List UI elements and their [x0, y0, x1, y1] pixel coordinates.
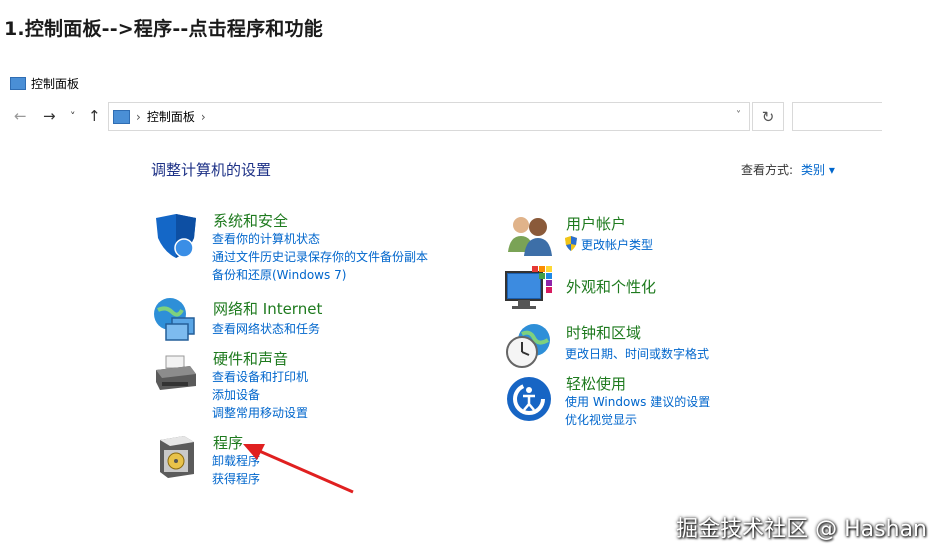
monitor-palette-icon[interactable]: [504, 264, 552, 312]
clock-globe-icon[interactable]: [504, 322, 552, 370]
category-title-user-accounts[interactable]: 用户帐户: [566, 213, 626, 234]
view-by-dropdown[interactable]: 类别 ▾: [801, 163, 835, 177]
category-title-network-internet[interactable]: 网络和 Internet: [213, 298, 322, 319]
uac-shield-icon: [564, 236, 578, 251]
network-globe-icon[interactable]: [152, 296, 200, 344]
category-title-appearance[interactable]: 外观和个性化: [566, 276, 656, 297]
link-view-computer-status[interactable]: 查看你的计算机状态: [212, 230, 320, 248]
breadcrumb-control-panel[interactable]: 控制面板: [147, 108, 195, 125]
window-title-text: 控制面板: [31, 77, 80, 91]
link-add-device[interactable]: 添加设备: [212, 386, 260, 404]
ease-of-access-icon[interactable]: [506, 376, 554, 424]
programs-icon[interactable]: [154, 434, 202, 482]
forward-button[interactable]: →: [43, 107, 56, 125]
page-title: 调整计算机的设置: [151, 161, 272, 179]
printer-icon[interactable]: [152, 352, 200, 400]
link-file-history-backup[interactable]: 通过文件历史记录保存你的文件备份副本: [212, 248, 428, 266]
link-optimize-visual-display[interactable]: 优化视觉显示: [565, 411, 637, 429]
link-change-account-type[interactable]: 更改帐户类型: [581, 236, 653, 254]
breadcrumb-separator[interactable]: ›: [136, 110, 141, 124]
red-arrow-annotation: [243, 444, 354, 494]
link-backup-restore[interactable]: 备份和还原(Windows 7): [212, 266, 346, 284]
breadcrumb-separator[interactable]: ›: [201, 110, 206, 124]
view-by-label: 查看方式:: [741, 163, 794, 177]
refresh-button[interactable]: ↻: [752, 102, 784, 131]
link-devices-printers[interactable]: 查看设备和打印机: [212, 368, 308, 386]
window-title: 控制面板: [10, 75, 79, 92]
control-panel-icon: [113, 109, 130, 124]
tutorial-heading: 1.控制面板-->程序--点击程序和功能: [4, 18, 323, 40]
address-bar[interactable]: › 控制面板 › ˅: [108, 102, 750, 131]
category-title-clock-region[interactable]: 时钟和区域: [566, 322, 641, 343]
link-mobility-settings[interactable]: 调整常用移动设置: [212, 404, 308, 422]
address-dropdown-button[interactable]: ˅: [736, 110, 741, 121]
up-button[interactable]: ↑: [88, 107, 101, 125]
link-recommended-settings[interactable]: 使用 Windows 建议的设置: [565, 393, 710, 411]
back-button[interactable]: ←: [14, 107, 27, 125]
link-change-date-time-format[interactable]: 更改日期、时间或数字格式: [565, 345, 709, 363]
category-title-system-security[interactable]: 系统和安全: [213, 210, 288, 231]
watermark: 掘金技术社区 @ Hashan: [676, 517, 927, 542]
shield-icon[interactable]: [152, 212, 200, 260]
category-title-ease-of-access[interactable]: 轻松使用: [566, 373, 626, 394]
recent-locations-button[interactable]: ˅: [70, 110, 76, 123]
search-input[interactable]: [792, 102, 882, 131]
category-title-hardware-sound[interactable]: 硬件和声音: [213, 348, 288, 369]
control-panel-icon: [10, 77, 26, 90]
link-network-status[interactable]: 查看网络状态和任务: [212, 320, 320, 338]
view-by: 查看方式: 类别 ▾: [741, 161, 835, 178]
users-icon[interactable]: [506, 212, 554, 260]
